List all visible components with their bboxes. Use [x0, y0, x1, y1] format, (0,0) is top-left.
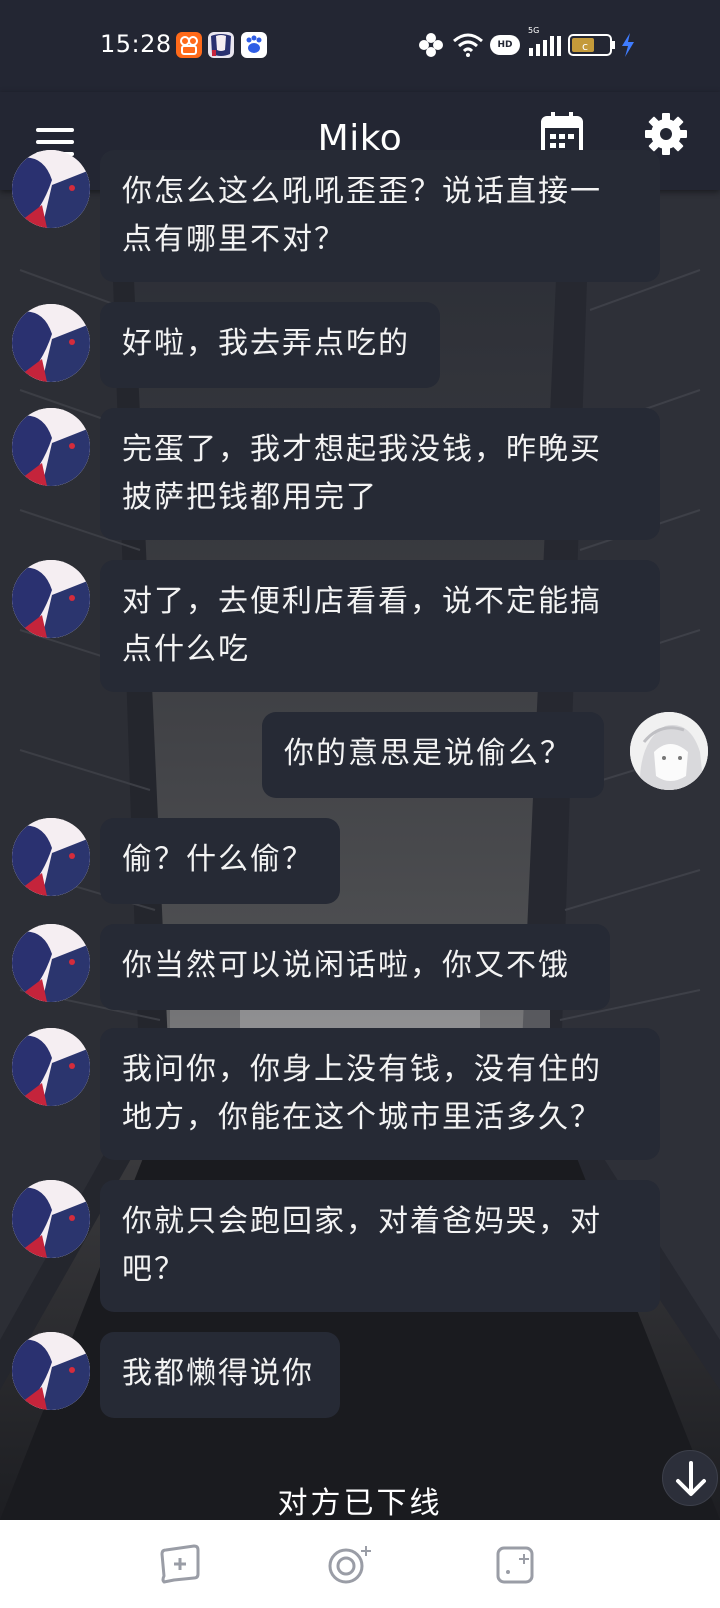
status-bar: 15:28 HD 5G c — [0, 0, 720, 92]
bot-message: 我问你，你身上没有钱，没有住的 地方，你能在这个城市里活多久？ — [100, 1028, 660, 1160]
gear-icon — [645, 113, 687, 155]
bottom-toolbar — [0, 1520, 720, 1608]
status-icons: HD 5G c — [418, 26, 636, 60]
bot-message: 我都懒得说你 — [100, 1332, 340, 1418]
add-card-icon — [496, 1546, 534, 1584]
bot-avatar[interactable] — [12, 304, 90, 382]
chat-screen: 15:28 HD 5G c Miko 你怎么这么吼吼歪歪？说话直接一 点有哪里不… — [0, 0, 720, 1608]
bot-avatar[interactable] — [12, 408, 90, 486]
flower-icon — [419, 33, 443, 57]
bot-avatar[interactable] — [12, 1332, 90, 1410]
record-icon — [328, 1546, 371, 1584]
bot-avatar[interactable] — [12, 818, 90, 896]
battery-icon: c — [568, 34, 615, 56]
record-button[interactable] — [326, 1542, 371, 1586]
bot-message: 你当然可以说闲话啦，你又不饿 — [100, 924, 610, 1010]
hd-badge: HD — [490, 35, 520, 55]
baidu-icon — [241, 32, 267, 58]
chat-bubble-button[interactable] — [158, 1542, 202, 1586]
arrow-down-icon — [676, 1461, 706, 1496]
clock: 15:28 — [100, 30, 172, 58]
bot-avatar[interactable] — [12, 924, 90, 1002]
signal-icon: 5G — [528, 26, 562, 58]
user-avatar[interactable] — [630, 712, 708, 790]
settings-button[interactable] — [644, 112, 688, 156]
bot-avatar[interactable] — [12, 1180, 90, 1258]
svg-text:c: c — [582, 40, 588, 53]
bot-message: 对了，去便利店看看，说不定能搞 点什么吃 — [100, 560, 660, 692]
bot-avatar[interactable] — [12, 560, 90, 638]
bot-avatar[interactable] — [12, 150, 90, 228]
bot-message: 你怎么这么吼吼歪歪？说话直接一 点有哪里不对？ — [100, 150, 660, 282]
add-card-button[interactable] — [494, 1542, 538, 1586]
kuaishou-icon — [176, 32, 202, 58]
scroll-down-button[interactable] — [662, 1450, 718, 1506]
bot-avatar[interactable] — [12, 1028, 90, 1106]
wifi-icon — [453, 33, 483, 57]
bot-message: 完蛋了，我才想起我没钱，昨晚买 披萨把钱都用完了 — [100, 408, 660, 540]
bot-message: 好啦，我去弄点吃的 — [100, 302, 440, 388]
chat-bubble-icon — [160, 1544, 200, 1584]
bot-message: 偷？什么偷？ — [100, 818, 340, 904]
user-message: 你的意思是说偷么？ — [262, 712, 604, 798]
bot-message: 你就只会跑回家，对着爸妈哭，对 吧？ — [100, 1180, 660, 1312]
character-icon — [208, 32, 234, 58]
offline-status: 对方已下线 — [277, 1486, 443, 1521]
charging-bolt-icon — [622, 33, 634, 57]
